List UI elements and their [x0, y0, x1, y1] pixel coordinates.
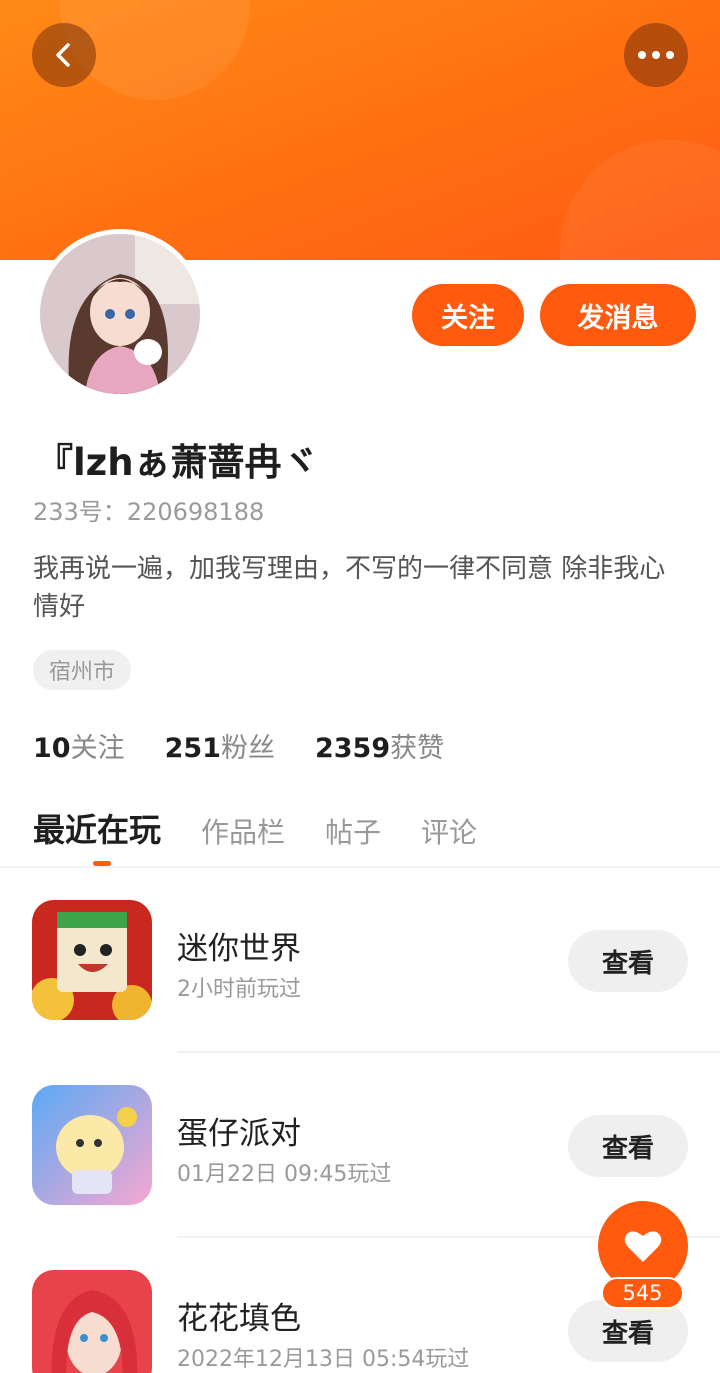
stat-label: 粉丝: [220, 733, 275, 764]
banner-decoration: [560, 140, 720, 260]
bio: 我再说一遍，加我写理由，不写的一律不同意 除非我心情好: [33, 554, 666, 622]
stat-value: 251: [164, 733, 221, 764]
view-button[interactable]: 查看: [568, 1300, 688, 1362]
tab-works[interactable]: 作品栏: [201, 811, 285, 851]
profile-banner: [0, 0, 720, 260]
stats-row: 10关注 251粉丝 2359获赞: [33, 726, 484, 765]
tab-recent[interactable]: 最近在玩: [33, 805, 161, 851]
more-dots-icon: [638, 51, 674, 59]
stat-label: 关注: [70, 733, 125, 764]
avatar-illustration: [40, 234, 200, 394]
game-title: 蛋仔派对: [177, 1116, 301, 1152]
user-id: 233号：220698188: [33, 498, 265, 526]
game-played-time: 2022年12月13日 05:54玩过: [177, 1347, 470, 1372]
back-button[interactable]: [32, 23, 96, 87]
stat-value: 10: [33, 733, 71, 764]
stat-label: 获赞: [390, 733, 445, 764]
chevron-left-icon: [56, 43, 70, 67]
game-icon: [32, 1270, 152, 1373]
game-played-time: 01月22日 09:45玩过: [177, 1162, 392, 1187]
view-button[interactable]: 查看: [568, 930, 688, 992]
list-item[interactable]: 蛋仔派对 01月22日 09:45玩过 查看: [0, 1053, 720, 1238]
tab-comments[interactable]: 评论: [421, 811, 477, 851]
more-button[interactable]: [624, 23, 688, 87]
stat-following[interactable]: 10关注: [33, 726, 125, 765]
game-icon: [32, 1085, 152, 1205]
game-played-time: 2小时前玩过: [177, 977, 301, 1002]
game-icon: [32, 900, 152, 1020]
view-button[interactable]: 查看: [568, 1115, 688, 1177]
follow-button[interactable]: 关注: [412, 284, 524, 346]
game-title: 花花填色: [177, 1301, 301, 1337]
nickname: 『lzhぁ萧蔷冉ヾ: [36, 441, 319, 484]
list-item[interactable]: 迷你世界 2小时前玩过 查看: [0, 868, 720, 1053]
send-message-button[interactable]: 发消息: [540, 284, 696, 346]
location-tag: 宿州市: [33, 650, 132, 690]
heart-icon: [624, 1231, 662, 1262]
like-count: 545: [601, 1277, 684, 1309]
stat-fans[interactable]: 251粉丝: [165, 726, 275, 765]
game-title: 迷你世界: [177, 931, 301, 967]
stat-likes[interactable]: 2359获赞: [315, 726, 444, 765]
avatar[interactable]: [35, 229, 205, 399]
tab-posts[interactable]: 帖子: [325, 811, 381, 851]
stat-value: 2359: [314, 733, 391, 764]
tab-bar: 最近在玩 作品栏 帖子 评论: [33, 805, 517, 851]
